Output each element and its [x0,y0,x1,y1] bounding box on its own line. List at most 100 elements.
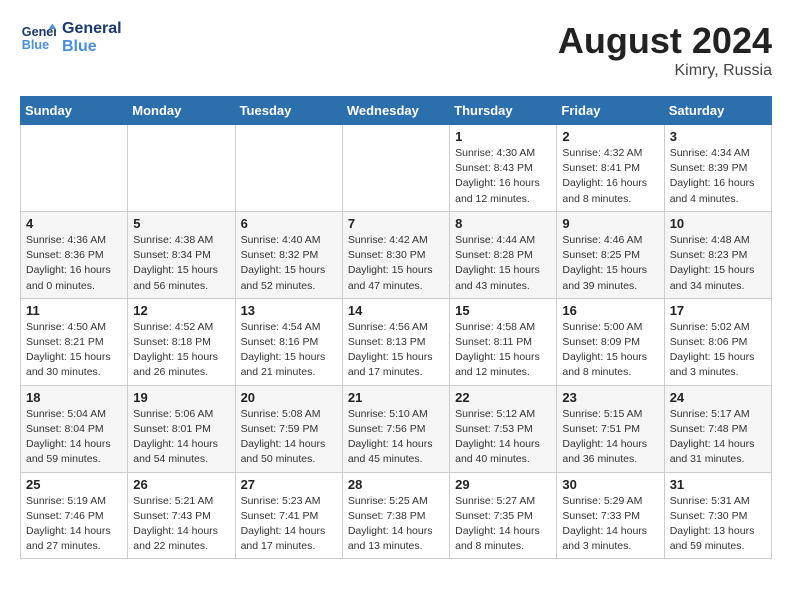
calendar-cell: 15Sunrise: 4:58 AM Sunset: 8:11 PM Dayli… [450,298,557,385]
calendar-cell: 23 Sunrise: 5:15 AM Sunset: 7:51 PM Dayli… [557,385,664,472]
week-row-1: 4Sunrise: 4:36 AM Sunset: 8:36 PM Daylig… [21,211,772,298]
day-number: 5 [133,216,229,231]
day-info: Sunrise: 5:17 AM Sunset: 7:48 PM Dayligh… [670,407,766,468]
day-number: 10 [670,216,766,231]
day-header-monday: Monday [128,97,235,125]
calendar-cell: 27 Sunrise: 5:23 AM Sunset: 7:41 PM Dayli… [235,472,342,559]
day-info: Sunrise: 5:27 AM Sunset: 7:35 PM Dayligh… [455,494,551,555]
calendar-cell: 14 Sunrise: 4:56 AM Sunset: 8:13 PM Dayli… [342,298,449,385]
day-number: 1 [455,129,551,144]
calendar-cell: 5Sunrise: 4:38 AM Sunset: 8:34 PM Daylig… [128,211,235,298]
day-number: 24 [670,390,766,405]
day-number: 23 [562,390,658,405]
calendar-cell: 26Sunrise: 5:21 AM Sunset: 7:43 PM Dayli… [128,472,235,559]
day-info: Sunrise: 5:19 AM Sunset: 7:46 PM Dayligh… [26,494,122,555]
week-row-3: 18Sunrise: 5:04 AM Sunset: 8:04 PM Dayli… [21,385,772,472]
calendar-cell: 24 Sunrise: 5:17 AM Sunset: 7:48 PM Dayli… [664,385,771,472]
calendar-cell: 20 Sunrise: 5:08 AM Sunset: 7:59 PM Dayli… [235,385,342,472]
day-info: Sunrise: 5:12 AM Sunset: 7:53 PM Dayligh… [455,407,551,468]
title-block: August 2024 Kimry, Russia [558,20,772,80]
day-number: 6 [241,216,337,231]
day-info: Sunrise: 5:15 AM Sunset: 7:51 PM Dayligh… [562,407,658,468]
day-info: Sunrise: 5:23 AM Sunset: 7:41 PM Dayligh… [241,494,337,555]
calendar-cell: 7 Sunrise: 4:42 AM Sunset: 8:30 PM Daylig… [342,211,449,298]
day-header-tuesday: Tuesday [235,97,342,125]
day-info: Sunrise: 4:42 AM Sunset: 8:30 PM Dayligh… [348,233,444,294]
calendar-cell: 12 Sunrise: 4:52 AM Sunset: 8:18 PM Dayli… [128,298,235,385]
day-info: Sunrise: 4:52 AM Sunset: 8:18 PM Dayligh… [133,320,229,381]
calendar-cell: 2Sunrise: 4:32 AM Sunset: 8:41 PM Daylig… [557,125,664,212]
day-info: Sunrise: 5:25 AM Sunset: 7:38 PM Dayligh… [348,494,444,555]
day-info: Sunrise: 4:48 AM Sunset: 8:23 PM Dayligh… [670,233,766,294]
logo-blue: Blue [62,38,122,56]
calendar-cell: 30 Sunrise: 5:29 AM Sunset: 7:33 PM Dayli… [557,472,664,559]
month-year: August 2024 [558,20,772,62]
day-header-friday: Friday [557,97,664,125]
day-info: Sunrise: 4:56 AM Sunset: 8:13 PM Dayligh… [348,320,444,381]
day-number: 18 [26,390,122,405]
calendar-cell: 10 Sunrise: 4:48 AM Sunset: 8:23 PM Dayli… [664,211,771,298]
day-info: Sunrise: 4:54 AM Sunset: 8:16 PM Dayligh… [241,320,337,381]
day-number: 22 [455,390,551,405]
day-info: Sunrise: 5:10 AM Sunset: 7:56 PM Dayligh… [348,407,444,468]
day-info: Sunrise: 5:00 AM Sunset: 8:09 PM Dayligh… [562,320,658,381]
calendar-cell [21,125,128,212]
logo: General Blue General Blue [20,20,122,56]
day-info: Sunrise: 5:29 AM Sunset: 7:33 PM Dayligh… [562,494,658,555]
calendar-cell [235,125,342,212]
day-number: 19 [133,390,229,405]
calendar-cell: 11 Sunrise: 4:50 AM Sunset: 8:21 PM Dayli… [21,298,128,385]
day-number: 30 [562,477,658,492]
day-number: 8 [455,216,551,231]
day-number: 27 [241,477,337,492]
calendar-table: SundayMondayTuesdayWednesdayThursdayFrid… [20,96,772,559]
calendar-cell [342,125,449,212]
day-header-saturday: Saturday [664,97,771,125]
calendar-cell: 13 Sunrise: 4:54 AM Sunset: 8:16 PM Dayli… [235,298,342,385]
calendar-cell: 9 Sunrise: 4:46 AM Sunset: 8:25 PM Daylig… [557,211,664,298]
day-info: Sunrise: 4:44 AM Sunset: 8:28 PM Dayligh… [455,233,551,294]
day-info: Sunrise: 4:30 AM Sunset: 8:43 PM Dayligh… [455,146,551,207]
day-number: 4 [26,216,122,231]
calendar-cell: 3 Sunrise: 4:34 AM Sunset: 8:39 PM Daylig… [664,125,771,212]
calendar-cell: 28 Sunrise: 5:25 AM Sunset: 7:38 PM Dayli… [342,472,449,559]
calendar-cell: 1 Sunrise: 4:30 AM Sunset: 8:43 PM Daylig… [450,125,557,212]
day-info: Sunrise: 4:46 AM Sunset: 8:25 PM Dayligh… [562,233,658,294]
day-header-thursday: Thursday [450,97,557,125]
calendar-cell: 31Sunrise: 5:31 AM Sunset: 7:30 PM Dayli… [664,472,771,559]
day-number: 25 [26,477,122,492]
page-header: General Blue General Blue August 2024 Ki… [20,20,772,80]
day-number: 20 [241,390,337,405]
day-header-sunday: Sunday [21,97,128,125]
calendar-cell: 17Sunrise: 5:02 AM Sunset: 8:06 PM Dayli… [664,298,771,385]
logo-general: General [62,20,122,38]
day-number: 14 [348,303,444,318]
day-info: Sunrise: 4:50 AM Sunset: 8:21 PM Dayligh… [26,320,122,381]
calendar-cell: 25 Sunrise: 5:19 AM Sunset: 7:46 PM Dayli… [21,472,128,559]
day-number: 3 [670,129,766,144]
day-number: 11 [26,303,122,318]
day-number: 7 [348,216,444,231]
calendar-cell: 6Sunrise: 4:40 AM Sunset: 8:32 PM Daylig… [235,211,342,298]
calendar-cell [128,125,235,212]
day-number: 21 [348,390,444,405]
day-number: 28 [348,477,444,492]
day-number: 2 [562,129,658,144]
day-info: Sunrise: 4:34 AM Sunset: 8:39 PM Dayligh… [670,146,766,207]
day-number: 9 [562,216,658,231]
week-row-0: 1 Sunrise: 4:30 AM Sunset: 8:43 PM Daylig… [21,125,772,212]
week-row-2: 11 Sunrise: 4:50 AM Sunset: 8:21 PM Dayli… [21,298,772,385]
day-info: Sunrise: 5:06 AM Sunset: 8:01 PM Dayligh… [133,407,229,468]
calendar-cell: 29Sunrise: 5:27 AM Sunset: 7:35 PM Dayli… [450,472,557,559]
calendar-cell: 18Sunrise: 5:04 AM Sunset: 8:04 PM Dayli… [21,385,128,472]
day-info: Sunrise: 5:21 AM Sunset: 7:43 PM Dayligh… [133,494,229,555]
logo-icon: General Blue [20,20,56,56]
calendar-cell: 8 Sunrise: 4:44 AM Sunset: 8:28 PM Daylig… [450,211,557,298]
day-info: Sunrise: 5:08 AM Sunset: 7:59 PM Dayligh… [241,407,337,468]
calendar-cell: 22 Sunrise: 5:12 AM Sunset: 7:53 PM Dayli… [450,385,557,472]
day-info: Sunrise: 4:58 AM Sunset: 8:11 PM Dayligh… [455,320,551,381]
calendar-cell: 16Sunrise: 5:00 AM Sunset: 8:09 PM Dayli… [557,298,664,385]
day-number: 12 [133,303,229,318]
day-number: 13 [241,303,337,318]
calendar-cell: 19 Sunrise: 5:06 AM Sunset: 8:01 PM Dayli… [128,385,235,472]
